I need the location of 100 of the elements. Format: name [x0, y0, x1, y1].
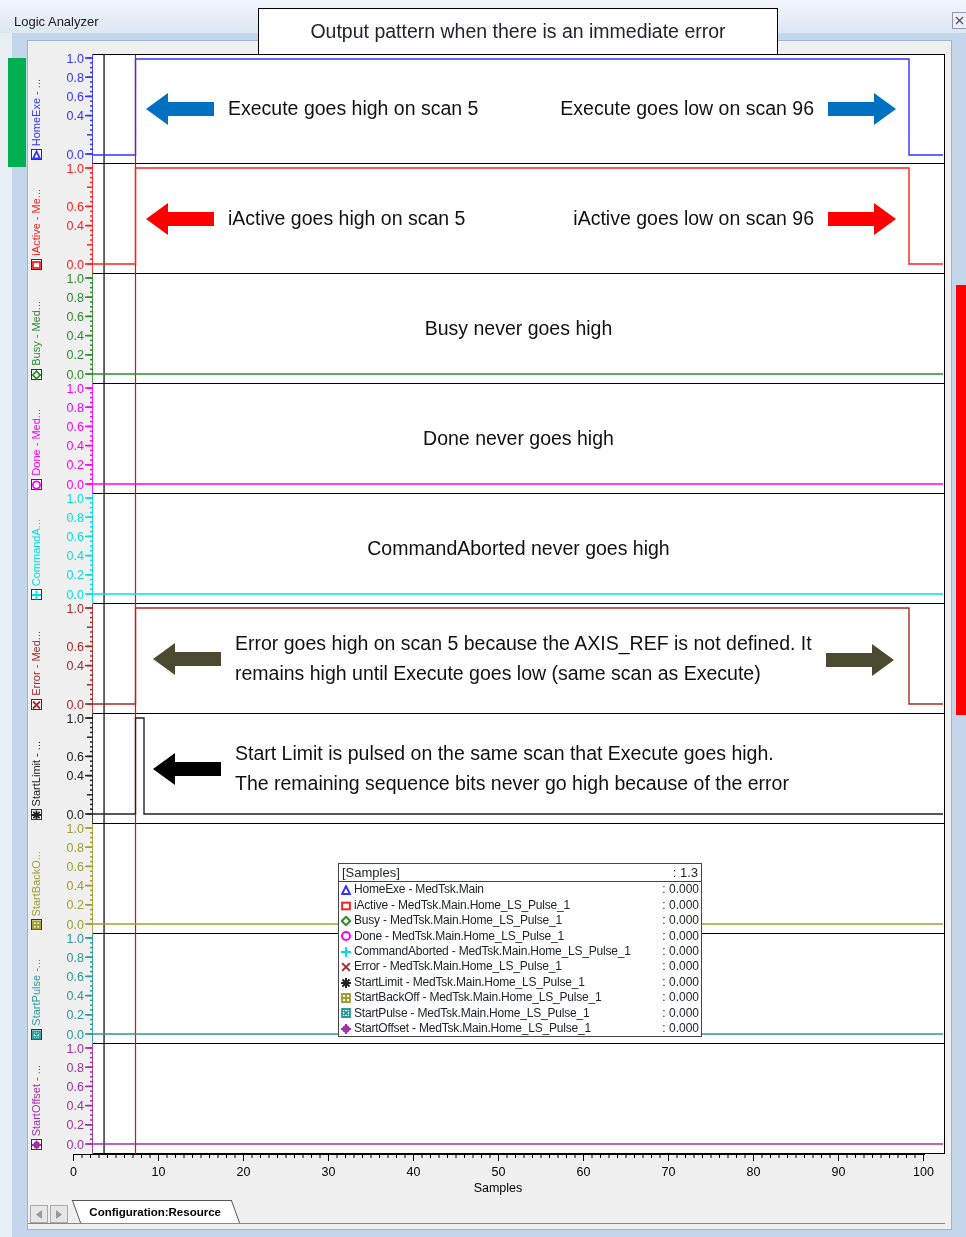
axis-tick-label: 0.2 — [67, 1008, 85, 1023]
channel-label: StartBackO... — [31, 850, 43, 916]
right-triangle-icon — [56, 1209, 62, 1219]
scroll-right-button[interactable] — [50, 1205, 68, 1223]
channel-label: CommandA... — [31, 518, 43, 586]
scroll-left-button[interactable] — [30, 1205, 48, 1223]
annotation-text: iActive goes high on scan 5 — [228, 205, 466, 231]
axis-tick-label: 0.6 — [67, 1079, 85, 1094]
caption-box: Output pattern when there is an immediate error — [258, 8, 778, 55]
axis-tick-label: 0.0 — [67, 1027, 85, 1042]
legend-label: StartOffset - MedTsk.Main.Home_LS_Pulse_1 — [354, 1021, 593, 1037]
axis-tick-label: 0.0 — [67, 917, 85, 932]
axis-tick-label: 10 — [151, 1165, 166, 1179]
axis-tick-label: 0.2 — [67, 1118, 85, 1133]
crosshair-icon — [32, 1139, 42, 1150]
close-icon — [955, 16, 964, 25]
axis-tick-label: 0.6 — [67, 859, 85, 874]
circle-icon — [32, 479, 42, 490]
axis-tick-label: 0.2 — [67, 458, 85, 473]
axis-tick-label: 100 — [913, 1165, 934, 1179]
axis-tick-label: 1.0 — [67, 54, 85, 66]
axis-tick-label: 90 — [831, 1165, 846, 1179]
channel-label: iActive - Me... — [31, 189, 43, 256]
channel-label: Busy - Med... — [31, 301, 43, 366]
axis-tick-label: 60 — [576, 1165, 591, 1179]
axis-tick-label: 0 — [70, 1165, 77, 1179]
annotation-text: Error goes high on scan 5 because the AXIS_REF is not defined. It remains high until Execute goes low (same scan as Execute) — [235, 631, 812, 686]
legend-label: Busy - MedTsk.Main.Home_LS_Pulse_1 — [354, 913, 563, 929]
annotation-text: iActive goes low on scan 96 — [573, 205, 814, 231]
legend-value: : 1.3 — [672, 865, 698, 881]
legend-label: Done - MedTsk.Main.Home_LS_Pulse_1 — [354, 928, 565, 945]
legend-header: [Samples] — [342, 865, 400, 881]
axis-tick-label: 0.4 — [67, 109, 85, 124]
axis-tick-label: 0.4 — [67, 659, 85, 674]
axis-tick-label: 70 — [661, 1165, 676, 1179]
axis-tick-label: 0.0 — [67, 477, 85, 492]
legend-value: : 0.000 — [662, 897, 699, 914]
axis-tick-label: 1.0 — [67, 934, 85, 946]
axis-tick-label: 0.8 — [67, 510, 85, 525]
channel-label: Done - Med... — [31, 409, 43, 476]
axis-tick-label: 0.0 — [67, 147, 85, 162]
axis-tick-label: 0.0 — [67, 697, 85, 712]
axis-tick-label: 0.4 — [67, 549, 85, 564]
legend-label: StartBackOff - MedTsk.Main.Home_LS_Pulse_1 — [354, 990, 603, 1006]
axis-tick-label: 30 — [321, 1165, 336, 1179]
plus-icon — [32, 589, 42, 600]
annotation-text: CommandAborted never goes high — [367, 535, 670, 561]
axis-tick-label: 0.0 — [67, 367, 85, 382]
annotation-text: Execute goes low on scan 96 — [560, 96, 814, 122]
legend-label: HomeExe - MedTsk.Main — [354, 882, 485, 898]
axis-title: Samples — [473, 1181, 523, 1195]
annotation-text: Execute goes high on scan 5 — [228, 96, 479, 122]
annotation-text: Done never goes high — [423, 425, 614, 451]
axis-tick-label: 0.4 — [67, 769, 85, 784]
channel-label: Error - Med... — [31, 631, 43, 696]
axis-tick-label: 1.0 — [67, 714, 85, 726]
triangle-icon — [32, 149, 42, 160]
axis-tick-label: 0.4 — [67, 1099, 85, 1114]
axis-tick-label: 0.8 — [67, 950, 85, 965]
diamond-icon — [32, 369, 42, 380]
axis-tick-label: 0.2 — [67, 348, 85, 363]
close-button[interactable] — [952, 12, 966, 29]
channel-label: StartOffset - ... — [31, 1064, 43, 1136]
axis-tick-label: 0.6 — [67, 89, 85, 104]
window-title: Logic Analyzer — [14, 14, 99, 29]
axis-tick-label: 0.0 — [67, 587, 85, 602]
axis-tick-label: 40 — [406, 1165, 421, 1179]
legend-value: : 0.000 — [662, 944, 699, 960]
legend-value: : 0.000 — [662, 928, 699, 945]
axis-tick-label: 0.8 — [67, 400, 85, 415]
axis-tick-label: 1.0 — [67, 604, 85, 616]
axis-tick-label: 0.8 — [67, 290, 85, 305]
axis-tick-label: 0.4 — [67, 219, 85, 234]
tab[interactable]: Configuration:Resource — [71, 1199, 240, 1223]
square-icon — [32, 259, 42, 270]
legend-value: : 0.000 — [662, 990, 699, 1006]
axis-tick-label: 1.0 — [67, 274, 85, 286]
legend-value: : 0.000 — [662, 1021, 699, 1037]
axis-tick-label: 80 — [746, 1165, 761, 1179]
channel-label: StartPulse -... — [31, 959, 43, 1026]
channel-label: HomeExe - ... — [31, 78, 43, 146]
legend-value: : 0.000 — [662, 913, 699, 929]
axis-tick-label: 0.6 — [67, 309, 85, 324]
axis-tick-label: 0.6 — [67, 529, 85, 544]
annotation-text: Busy never goes high — [424, 315, 613, 341]
legend-label: CommandAborted - MedTsk.Main.Home_LS_Pulse_1 — [354, 944, 632, 960]
axis-tick-label: 1.0 — [67, 384, 85, 396]
axis-tick-label: 0.6 — [67, 749, 85, 764]
axis-tick-label: 1.0 — [67, 1044, 85, 1056]
axis-tick-label: 20 — [236, 1165, 251, 1179]
axis-tick-label: 0.0 — [67, 257, 85, 272]
axis-tick-label: 0.6 — [67, 199, 85, 214]
legend-label: StartLimit - MedTsk.Main.Home_LS_Pulse_1 — [354, 974, 586, 991]
legend-label: StartPulse - MedTsk.Main.Home_LS_Pulse_1 — [354, 1005, 591, 1022]
legend-label: Error - MedTsk.Main.Home_LS_Pulse_1 — [354, 959, 563, 975]
axis-tick-label: 0.4 — [67, 329, 85, 344]
axis-tick-label: 0.4 — [67, 879, 85, 894]
channel-label: StartLimit - ... — [31, 740, 43, 806]
axis-tick-label: 0.6 — [67, 419, 85, 434]
axis-tick-label: 0.0 — [67, 1137, 85, 1152]
